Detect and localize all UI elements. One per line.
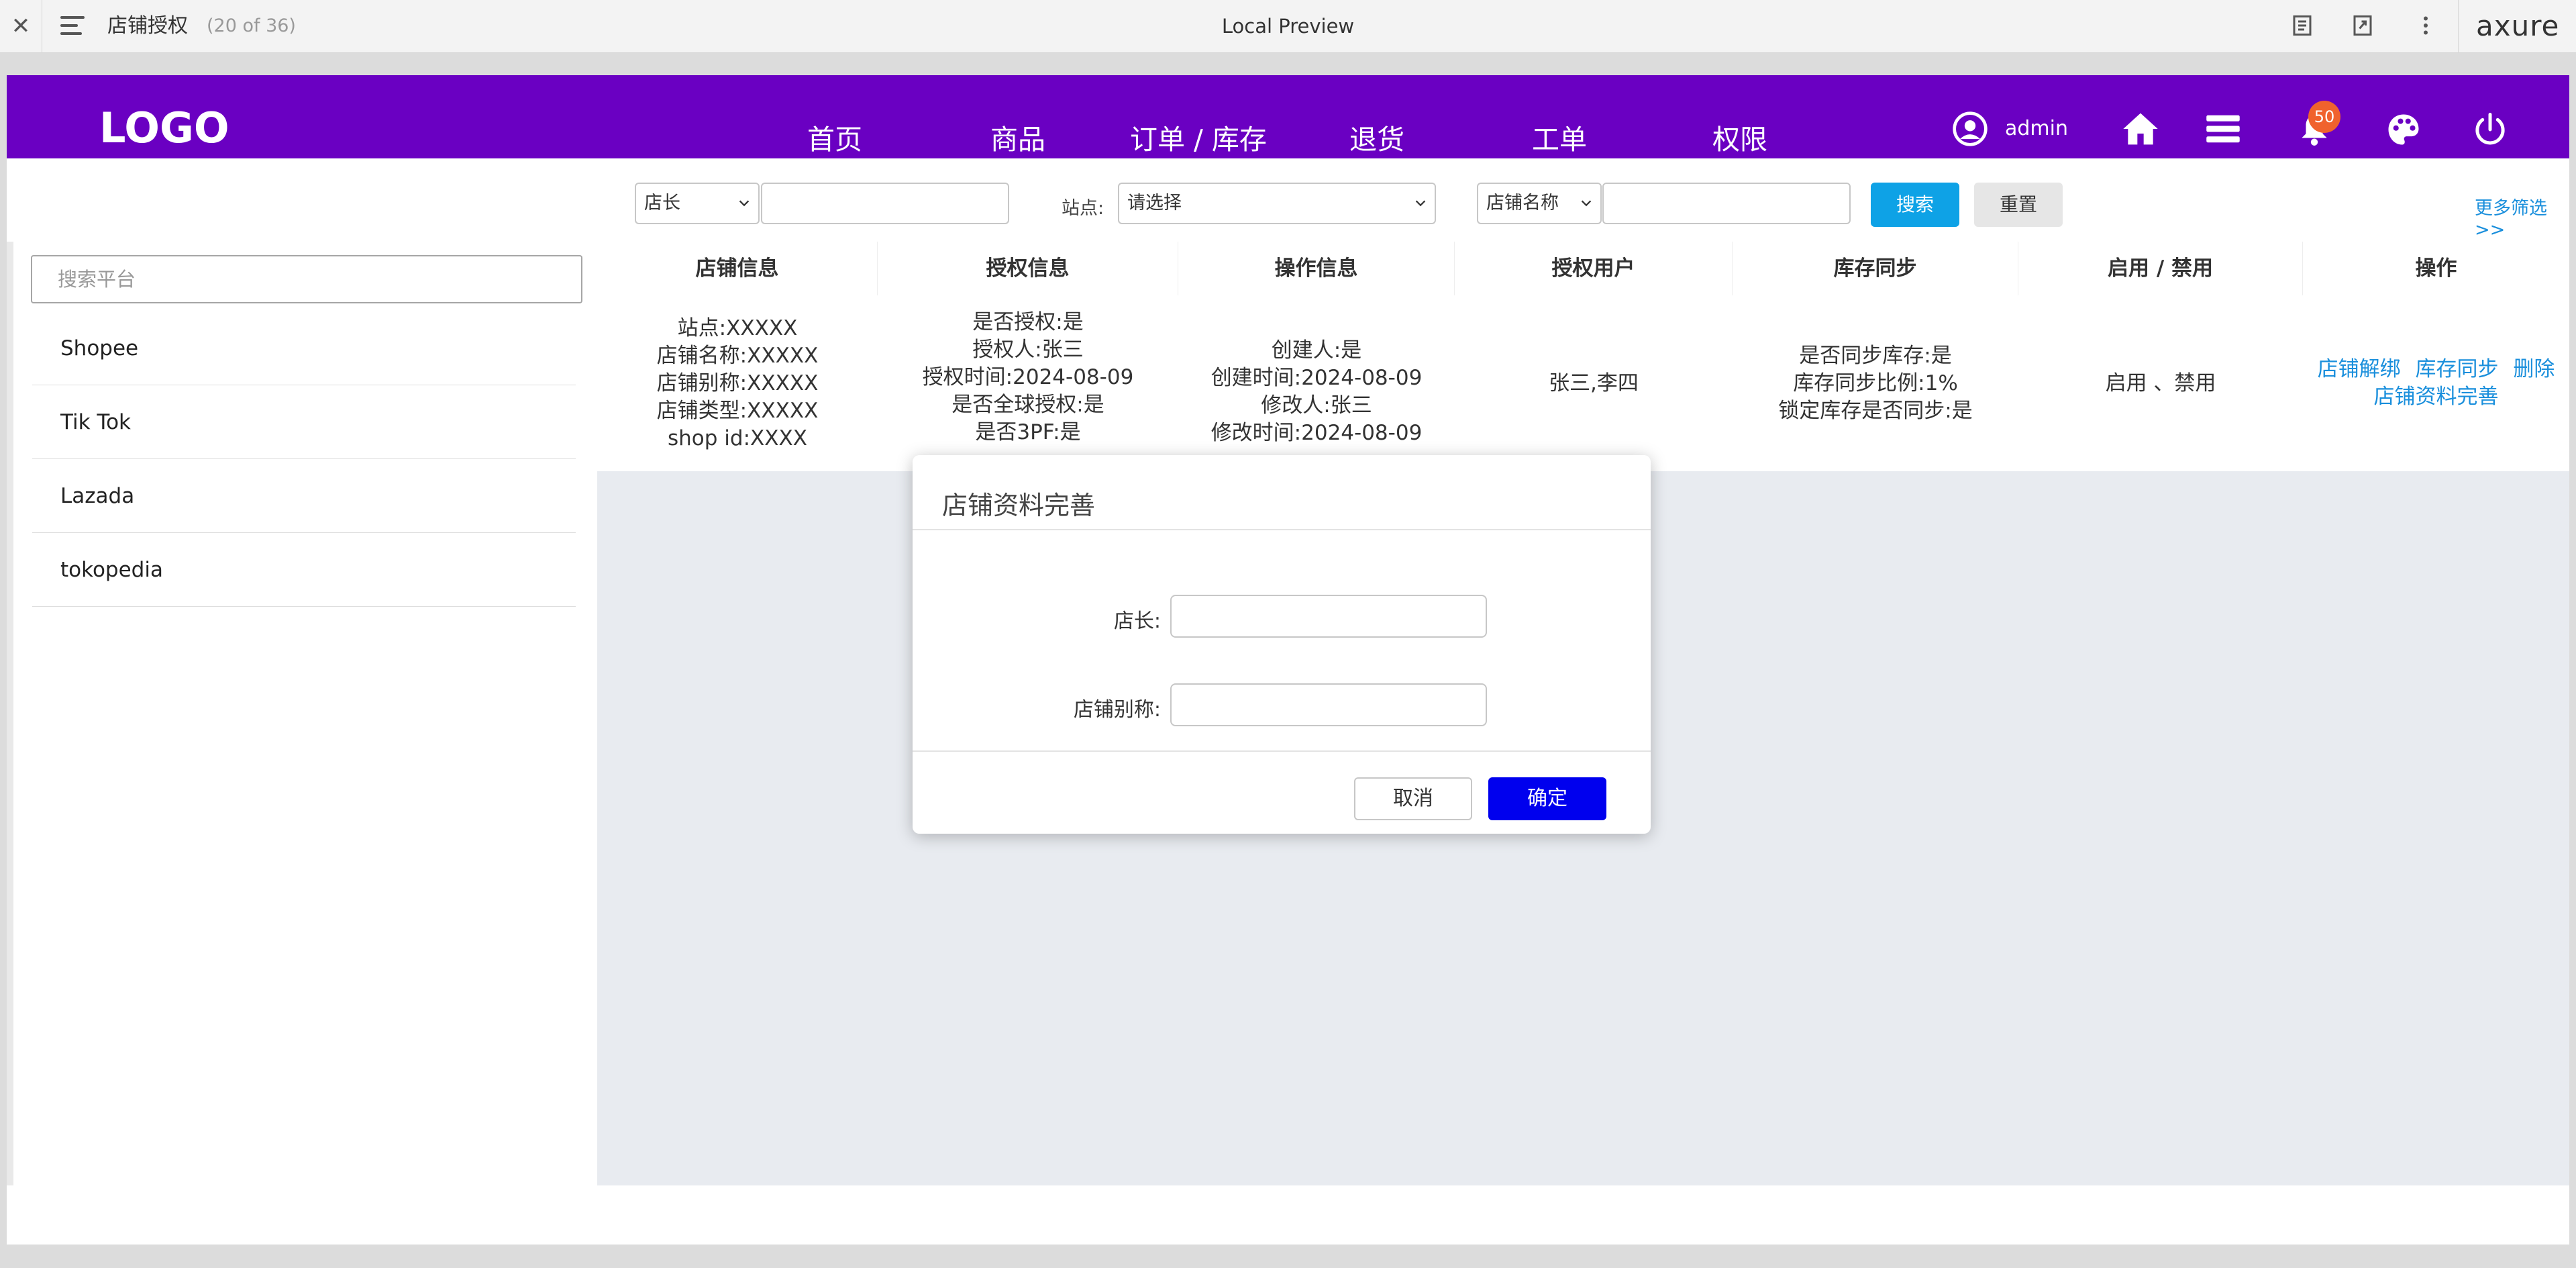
dialog-divider — [913, 750, 1651, 752]
shop-manager-input[interactable] — [761, 183, 1009, 224]
user-avatar-icon[interactable] — [1951, 110, 1989, 148]
logo: LOGO — [99, 103, 229, 152]
cancel-button[interactable]: 取消 — [1354, 777, 1472, 820]
shop-info-line: 店铺别称:XXXXX — [656, 371, 819, 395]
shop-field-select[interactable]: 店铺名称 — [1477, 183, 1602, 224]
complete-shop-profile-link[interactable]: 店铺资料完善 — [2374, 383, 2499, 411]
power-icon[interactable] — [2472, 111, 2508, 148]
stock-sync-link[interactable]: 库存同步 — [2416, 357, 2499, 381]
reset-button[interactable]: 重置 — [1974, 183, 2063, 227]
shop-name-input[interactable] — [1602, 183, 1851, 224]
column-header: 授权用户 — [1455, 242, 1733, 295]
column-header: 库存同步 — [1733, 242, 2018, 295]
shop-info-line: 站点:XXXXX — [677, 315, 798, 340]
more-options-icon[interactable] — [2414, 13, 2438, 38]
notes-icon[interactable] — [2290, 13, 2314, 38]
sidebar-item-shopee[interactable]: Shopee — [32, 311, 576, 385]
inspect-icon[interactable] — [2351, 13, 2375, 38]
unbind-shop-link[interactable]: 店铺解绑 — [2318, 357, 2401, 381]
shop-info-line: 店铺名称:XXXXX — [656, 343, 819, 368]
auth-info-line: 授权人:张三 — [972, 338, 1084, 362]
chevron-down-icon — [1415, 200, 1426, 207]
shop-alias-label: 店铺别称: — [1073, 698, 1161, 722]
search-button[interactable]: 搜索 — [1871, 183, 1959, 227]
column-header: 店铺信息 — [597, 242, 878, 295]
sidebar-item-tokopedia[interactable]: tokopedia — [32, 533, 576, 607]
op-info-line: 创建人:是 — [1271, 338, 1362, 362]
shop-info-line: shop id:XXXX — [668, 426, 807, 450]
user-name[interactable]: admin — [2005, 117, 2068, 140]
column-header: 启用 / 禁用 — [2018, 242, 2303, 295]
auth-info-line: 是否3PF:是 — [975, 420, 1081, 444]
station-label: 站点: — [1062, 198, 1104, 219]
platform-search-input[interactable]: 搜索平台 — [31, 255, 582, 303]
auth-info-line: 是否全球授权:是 — [951, 393, 1104, 417]
nav-item-products[interactable]: 商品 — [990, 117, 1045, 157]
page-count: (20 of 36) — [207, 15, 296, 36]
column-header: 操作 — [2415, 256, 2457, 281]
sidebar-edge — [7, 242, 13, 1185]
top-nav: LOGO 首页 商品 订单 / 库存 退货 工单 权限 admin 50 — [7, 75, 2569, 158]
chevron-down-icon — [1581, 200, 1592, 207]
confirm-button[interactable]: 确定 — [1488, 777, 1606, 820]
dialog-title: 店铺资料完善 — [942, 491, 1096, 520]
shop-info-line: 店铺类型:XXXXX — [656, 398, 819, 423]
nav-item-permissions[interactable]: 权限 — [1712, 117, 1767, 157]
shop-manager-label: 店长: — [1113, 609, 1161, 633]
sitemap-menu-icon[interactable] — [60, 16, 85, 36]
nav-item-tickets[interactable]: 工单 — [1532, 117, 1587, 157]
stock-sync-cell: 是否同步库存:是 库存同步比例:1% 锁定库存是否同步:是 — [1733, 295, 2018, 471]
op-info-line: 修改时间:2024-08-09 — [1210, 421, 1423, 445]
page-title: 店铺授权 — [107, 14, 188, 38]
preview-title: Local Preview — [1221, 15, 1355, 38]
close-icon[interactable]: ✕ — [0, 0, 42, 52]
op-info-line: 修改人:张三 — [1261, 393, 1372, 418]
enable-disable-cell[interactable]: 启用 、禁用 — [2018, 295, 2303, 471]
shop-manager-select[interactable]: 店长 — [635, 183, 760, 224]
sidebar-item-tiktok[interactable]: Tik Tok — [32, 385, 576, 459]
dialog-divider — [913, 529, 1651, 530]
delete-link[interactable]: 删除 — [2513, 357, 2555, 381]
axure-toolbar: ✕ 店铺授权 (20 of 36) Local Preview axure — [0, 0, 2576, 53]
shop-info-cell: 站点:XXXXX 店铺名称:XXXXX 店铺别称:XXXXX 店铺类型:XXXX… — [597, 295, 878, 471]
toolbar-divider — [2458, 0, 2459, 52]
sidebar-item-lazada[interactable]: Lazada — [32, 459, 576, 533]
prototype-page: LOGO 首页 商品 订单 / 库存 退货 工单 权限 admin 50 店长 … — [7, 75, 2569, 1245]
list-menu-icon[interactable] — [2205, 111, 2241, 146]
stock-sync-line: 是否同步库存:是 — [1799, 343, 1952, 368]
notification-badge: 50 — [2308, 101, 2340, 133]
actions-cell: 店铺解绑 库存同步 删除 店铺资料完善 — [2303, 295, 2569, 471]
column-header: 操作信息 — [1178, 242, 1455, 295]
home-icon[interactable] — [2122, 111, 2159, 146]
shop-manager-field[interactable] — [1170, 595, 1487, 638]
stock-sync-line: 锁定库存是否同步:是 — [1778, 398, 1973, 423]
station-select-value: 请选择 — [1127, 193, 1182, 213]
auth-info-line: 是否授权:是 — [972, 310, 1084, 334]
palette-icon[interactable] — [2385, 111, 2422, 148]
auth-info-cell: 是否授权:是 授权人:张三 授权时间:2024-08-09 是否全球授权:是 是… — [878, 295, 1178, 471]
auth-users-cell: 张三,李四 — [1549, 371, 1639, 395]
auth-info-line: 授权时间:2024-08-09 — [922, 365, 1134, 389]
chevron-down-icon — [739, 200, 750, 207]
op-info-cell: 创建人:是 创建时间:2024-08-09 修改人:张三 修改时间:2024-0… — [1178, 295, 1455, 471]
shop-manager-select-value: 店长 — [644, 193, 680, 213]
nav-item-orders-inventory[interactable]: 订单 / 库存 — [1130, 117, 1267, 157]
axure-logo: axure — [2476, 9, 2560, 42]
station-select[interactable]: 请选择 — [1118, 183, 1436, 224]
nav-item-returns[interactable]: 退货 — [1349, 117, 1404, 157]
shop-alias-field[interactable] — [1170, 683, 1487, 726]
stock-sync-line: 库存同步比例:1% — [1793, 371, 1958, 395]
shop-field-select-value: 店铺名称 — [1486, 193, 1559, 213]
nav-item-home[interactable]: 首页 — [807, 117, 862, 157]
shop-table: 店铺信息 授权信息 操作信息 授权用户 库存同步 启用 / 禁用 操作 站点:X… — [597, 242, 2569, 471]
column-header: 授权信息 — [878, 242, 1178, 295]
complete-profile-dialog: 店铺资料完善 店长: 店铺别称: 取消 确定 — [913, 455, 1651, 834]
op-info-line: 创建时间:2024-08-09 — [1210, 366, 1423, 390]
more-filters-link[interactable]: 更多筛选>> — [2475, 193, 2569, 240]
